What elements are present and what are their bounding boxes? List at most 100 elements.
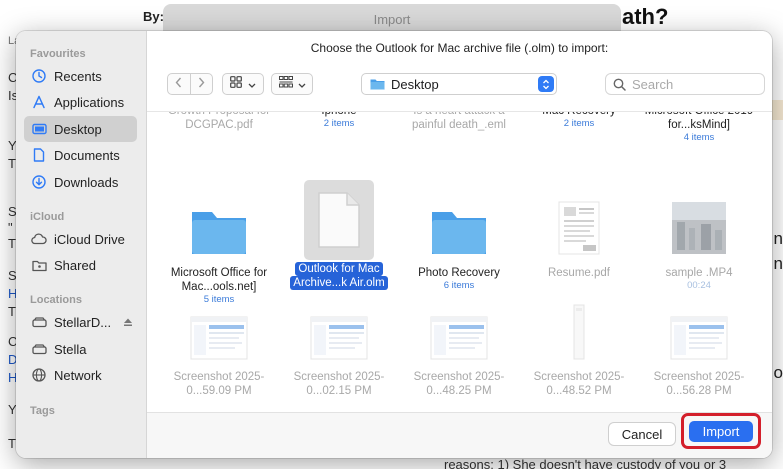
chevron-right-icon — [198, 75, 205, 93]
file-thumbnail — [544, 176, 614, 262]
file-item[interactable]: sample .MP4 00:24 — [639, 176, 759, 292]
clock-icon — [31, 68, 47, 84]
folder-icon — [430, 206, 488, 256]
screenshot-icon — [190, 316, 248, 360]
import-button[interactable]: Import — [689, 421, 753, 442]
article-body-fragment: reasons: 1) She doesn't have custody of … — [444, 457, 727, 469]
folder-item[interactable]: Photo Recovery 6 items — [399, 176, 519, 292]
sidebar-item-label: iCloud Drive — [54, 231, 125, 247]
cloud-icon — [31, 231, 47, 247]
sidebar-item-downloads[interactable]: Downloads — [24, 169, 137, 195]
file-name-text: Outlook for Mac Archive...k Air.olm — [290, 262, 388, 290]
sidebar-item-label: Downloads — [54, 174, 119, 190]
file-item[interactable]: Microsoft Office 2019 for...ksMind] 4 ite… — [639, 112, 759, 144]
file-thumbnail — [544, 304, 614, 366]
folder-item[interactable]: Microsoft Office for Mac...ools.net] 5 it… — [159, 176, 279, 306]
desktop-icon — [31, 121, 47, 137]
file-item[interactable]: Resume.pdf — [519, 176, 639, 280]
file-name: Iphone — [279, 111, 399, 118]
sidebar-item-label: StellarD... — [54, 314, 112, 330]
file-name-text: sample .MP4 — [665, 267, 733, 279]
sidebar-item-documents[interactable]: Documents — [24, 142, 137, 168]
sidebar-section-icloud: iCloud — [30, 211, 65, 223]
chevron-left-icon — [175, 75, 182, 93]
document-icon — [31, 147, 47, 163]
background-text-fragment: T — [8, 236, 16, 251]
background-window-titlebar: Import — [163, 4, 621, 34]
video-icon — [671, 200, 727, 256]
sidebar-item-network[interactable]: Network — [24, 362, 137, 388]
file-name-text: Iphone — [321, 111, 357, 117]
group-grid-icon — [278, 75, 293, 93]
file-name: Mac Recovery — [519, 112, 639, 118]
sidebar-item-desktop[interactable]: Desktop — [24, 116, 137, 142]
file-item[interactable]: Screenshot 2025-0...48.52 PM — [519, 304, 639, 398]
search-field[interactable] — [605, 73, 765, 95]
file-thumbnail — [184, 306, 254, 366]
forward-button[interactable] — [191, 74, 213, 94]
search-input[interactable] — [632, 76, 752, 92]
file-name: Screenshot 2025-0...56.28 PM — [639, 370, 759, 398]
sidebar-section-favourites: Favourites — [30, 48, 86, 60]
file-name: sample .MP4 — [639, 266, 759, 280]
file-item[interactable]: Screenshot 2025-0...56.28 PM — [639, 306, 759, 398]
file-name: Photo Recovery — [399, 266, 519, 280]
sidebar-item-icloud-drive[interactable]: iCloud Drive — [24, 226, 137, 252]
file-name-text: Growth Proposal for DCGPAC.pdf — [167, 111, 271, 131]
background-window-title: Import — [373, 12, 411, 27]
background-text-fragment: o — [773, 363, 783, 382]
sidebar-item-recents[interactable]: Recents — [24, 63, 137, 89]
file-item[interactable]: Screenshot 2025-0...59.09 PM — [159, 306, 279, 398]
eject-icon[interactable] — [123, 315, 133, 330]
location-label: Desktop — [391, 76, 439, 92]
file-icon — [316, 191, 362, 249]
file-item[interactable]: Outlook for Mac Archive...k Air.olm — [279, 176, 399, 290]
file-name: Outlook for Mac Archive...k Air.olm — [279, 262, 399, 290]
sidebar-item-label: Desktop — [54, 121, 102, 137]
file-icon-grid: Growth Proposal for DCGPAC.pdf Iphone 2 it… — [147, 111, 772, 412]
file-item[interactable]: Growth Proposal for DCGPAC.pdf — [159, 111, 279, 132]
screenshot-icon — [310, 316, 368, 360]
background-text-fragment: " — [8, 220, 13, 235]
file-name-text: Resume.pdf — [547, 267, 610, 279]
chevron-down-icon — [298, 75, 306, 93]
file-name: Screenshot 2025-0...48.25 PM — [399, 370, 519, 398]
file-item[interactable]: Mac Recovery 2 items — [519, 112, 639, 130]
search-icon — [613, 78, 626, 91]
screenshot-icon — [670, 316, 728, 360]
file-item[interactable]: Screenshot 2025-0...02.15 PM — [279, 306, 399, 398]
article-heading-fragment: ath? — [622, 4, 669, 29]
dialog-prompt: Choose the Outlook for Mac archive file … — [310, 41, 609, 55]
location-popup[interactable]: Desktop — [361, 73, 557, 95]
background-text-fragment: T — [8, 156, 16, 171]
background-text-fragment: n — [773, 229, 783, 248]
navigation-buttons — [167, 73, 213, 95]
background-text-fragment: T — [8, 436, 16, 451]
group-by-button[interactable] — [271, 73, 313, 95]
view-mode-button[interactable] — [222, 73, 264, 95]
sidebar-item-stella[interactable]: Stella — [24, 336, 137, 362]
file-name-text: Screenshot 2025-0...48.52 PM — [533, 371, 625, 397]
file-browser-toolbar: Desktop — [147, 71, 772, 99]
file-item[interactable]: Screenshot 2025-0...48.25 PM — [399, 306, 519, 398]
file-meta: 6 items — [443, 280, 475, 291]
sidebar-item-stellard[interactable]: StellarD... — [24, 309, 137, 335]
file-name-text: Is a heart attack a painful death_.eml — [412, 111, 506, 131]
article-byline: By: — [143, 9, 164, 24]
background-text-fragment: T — [8, 304, 16, 319]
sidebar-item-label: Network — [54, 367, 102, 383]
back-button[interactable] — [168, 74, 190, 94]
background-text-fragment: n — [773, 254, 783, 273]
file-name-text: Screenshot 2025-0...59.09 PM — [173, 371, 265, 397]
sidebar-item-applications[interactable]: Applications — [24, 89, 137, 115]
screenshot-icon — [430, 316, 488, 360]
sidebar-item-label: Shared — [54, 257, 96, 273]
sidebar-item-shared[interactable]: Shared — [24, 252, 137, 278]
folder-icon — [370, 78, 385, 90]
file-item[interactable]: Iphone 2 items — [279, 111, 399, 130]
file-meta: 5 items — [203, 294, 235, 305]
up-down-chevron-icon[interactable] — [538, 76, 554, 92]
file-item[interactable]: Is a heart attack a painful death_.eml — [399, 111, 519, 132]
sidebar-item-label: Applications — [54, 94, 125, 110]
cancel-button[interactable]: Cancel — [608, 422, 676, 446]
